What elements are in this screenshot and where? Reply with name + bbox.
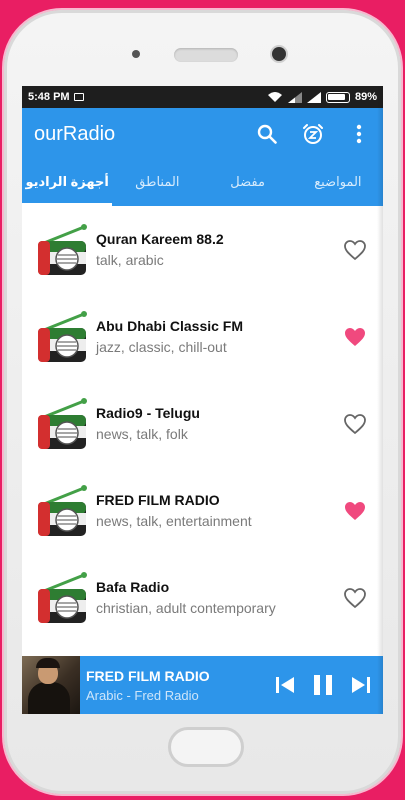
station-title: FRED FILM RADIO	[96, 492, 220, 508]
signal-icon	[287, 91, 302, 103]
wifi-icon	[267, 92, 282, 102]
search-icon	[257, 124, 277, 144]
earpiece-speaker	[174, 48, 238, 62]
mini-player[interactable]: FRED FILM RADIO Arabic - Fred Radio	[22, 656, 383, 714]
tab-radios[interactable]: أجهزة الراديو	[22, 174, 112, 206]
station-title: Quran Kareem 88.2	[96, 231, 224, 247]
player-title: FRED FILM RADIO	[86, 667, 210, 684]
skip-next-icon[interactable]	[351, 675, 371, 695]
album-art	[22, 656, 80, 714]
status-bar: 5:48 PM 89%	[22, 86, 383, 108]
battery-level: 89%	[354, 91, 377, 103]
pause-icon[interactable]	[313, 674, 333, 696]
signal-icon-2	[306, 91, 321, 103]
station-list: Quran Kareem 88.2 talk, arabic Abu Dhabi…	[22, 206, 383, 641]
more-options-button[interactable]	[347, 122, 371, 146]
app-screen: 5:48 PM 89% ourRadio أجهزة الراديو المنا…	[22, 86, 383, 714]
search-button[interactable]	[255, 122, 279, 146]
tab-topics[interactable]: المواضيع	[293, 174, 383, 206]
heart-icon[interactable]	[343, 326, 367, 348]
screen-edge	[377, 86, 383, 714]
station-tags: jazz, classic, chill-out	[96, 339, 227, 355]
radio-flag-icon	[38, 484, 87, 536]
player-subtitle: Arabic - Fred Radio	[86, 687, 199, 703]
radio-flag-icon	[38, 223, 87, 275]
station-tags: talk, arabic	[96, 252, 164, 268]
alarm-snooze-icon	[303, 124, 323, 144]
heart-icon[interactable]	[343, 587, 367, 609]
heart-icon[interactable]	[343, 500, 367, 522]
heart-icon[interactable]	[343, 413, 367, 435]
list-item[interactable]: Radio9 - Telugu news, talk, folk	[22, 380, 383, 467]
skip-previous-icon[interactable]	[275, 675, 295, 695]
proximity-sensor	[132, 50, 140, 58]
more-vert-icon	[356, 124, 362, 144]
alarm-button[interactable]	[301, 122, 325, 146]
tab-bar: أجهزة الراديو المناطق مفضل المواضيع	[22, 160, 383, 206]
tab-favorites[interactable]: مفضل	[203, 174, 293, 206]
radio-flag-icon	[38, 310, 87, 362]
tab-regions[interactable]: المناطق	[112, 174, 202, 206]
heart-icon[interactable]	[343, 239, 367, 261]
station-title: Radio9 - Telugu	[96, 405, 200, 421]
list-item[interactable]: Abu Dhabi Classic FM jazz, classic, chil…	[22, 293, 383, 380]
radio-flag-icon	[38, 397, 87, 449]
notification-icon	[73, 93, 84, 101]
front-camera	[272, 47, 286, 61]
station-tags: news, talk, entertainment	[96, 513, 252, 529]
status-time: 5:48 PM	[28, 91, 70, 103]
battery-icon	[325, 91, 350, 103]
station-tags: news, talk, folk	[96, 426, 188, 442]
list-item[interactable]: FRED FILM RADIO news, talk, entertainmen…	[22, 467, 383, 554]
station-tags: christian, adult contemporary	[96, 600, 276, 616]
app-title: ourRadio	[34, 122, 116, 145]
station-title: Bafa Radio	[96, 579, 170, 595]
radio-flag-icon	[38, 571, 87, 623]
list-item[interactable]: Bafa Radio christian, adult contemporary	[22, 554, 383, 641]
app-bar: ourRadio	[22, 108, 383, 160]
home-button[interactable]	[168, 727, 244, 767]
station-title: Abu Dhabi Classic FM	[96, 318, 244, 334]
list-item[interactable]: Quran Kareem 88.2 talk, arabic	[22, 206, 383, 293]
